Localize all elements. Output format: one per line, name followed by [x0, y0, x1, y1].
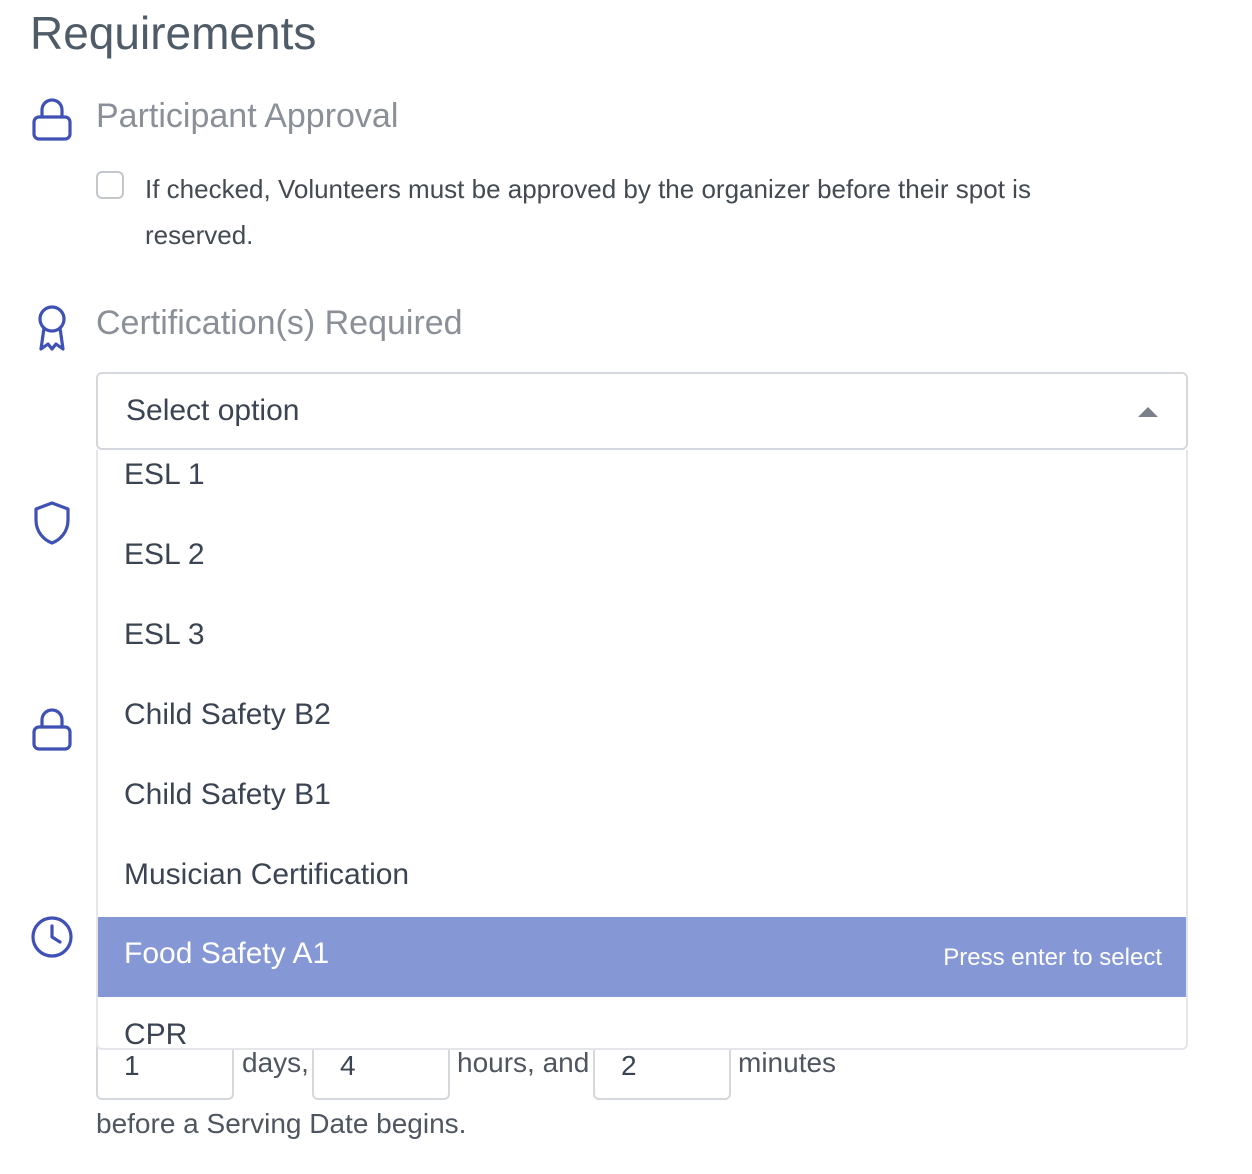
- requirements-panel: Requirements Participant Approval If che…: [0, 0, 1252, 1174]
- minutes-label: minutes: [738, 1047, 837, 1078]
- minutes-value: 2: [621, 1050, 637, 1081]
- option-label: ESL 1: [124, 458, 205, 491]
- dropdown-option-highlighted[interactable]: Food Safety A1 Press enter to select: [98, 917, 1186, 997]
- dropdown-option[interactable]: Child Safety B1: [98, 758, 1186, 838]
- shield-icon: [32, 500, 72, 546]
- option-label: Food Safety A1: [124, 937, 330, 970]
- certifications-heading: Certification(s) Required: [96, 304, 463, 342]
- dropdown-option[interactable]: ESL 1: [98, 450, 1186, 518]
- option-label: Child Safety B2: [124, 698, 331, 731]
- dropdown-option[interactable]: CPR: [98, 998, 1186, 1050]
- participant-approval-description: If checked, Volunteers must be approved …: [145, 174, 1031, 250]
- dropdown-option[interactable]: Child Safety B2: [98, 678, 1186, 758]
- option-label: ESL 2: [124, 538, 205, 571]
- lock-icon: [30, 97, 74, 141]
- deadline-suffix: before a Serving Date begins.: [96, 1108, 467, 1139]
- dropdown-option[interactable]: ESL 2: [98, 518, 1186, 598]
- option-label: Child Safety B1: [124, 778, 331, 811]
- option-label: Musician Certification: [124, 858, 410, 891]
- page-title: Requirements: [30, 7, 317, 59]
- hours-label: hours, and: [457, 1047, 590, 1078]
- days-value: 1: [124, 1050, 140, 1081]
- dropdown-option[interactable]: Musician Certification: [98, 838, 1186, 918]
- option-label: ESL 3: [124, 618, 205, 651]
- certification-dropdown[interactable]: ESL 1 ESL 2 ESL 3 Child Safety B2 Child …: [96, 450, 1188, 1050]
- certification-select[interactable]: Select option: [96, 372, 1188, 450]
- participant-approval-heading: Participant Approval: [96, 97, 399, 135]
- select-placeholder: Select option: [126, 394, 300, 427]
- hours-value: 4: [340, 1050, 356, 1081]
- clock-icon: [29, 914, 75, 960]
- award-ribbon-icon: [30, 304, 74, 352]
- days-label: days,: [242, 1047, 309, 1078]
- option-label: CPR: [124, 1018, 188, 1050]
- participant-approval-checkbox[interactable]: [96, 171, 124, 199]
- dropdown-option[interactable]: ESL 3: [98, 598, 1186, 678]
- press-enter-hint: Press enter to select: [943, 944, 1162, 971]
- caret-up-icon[interactable]: [1138, 407, 1158, 417]
- lock-icon: [30, 707, 74, 751]
